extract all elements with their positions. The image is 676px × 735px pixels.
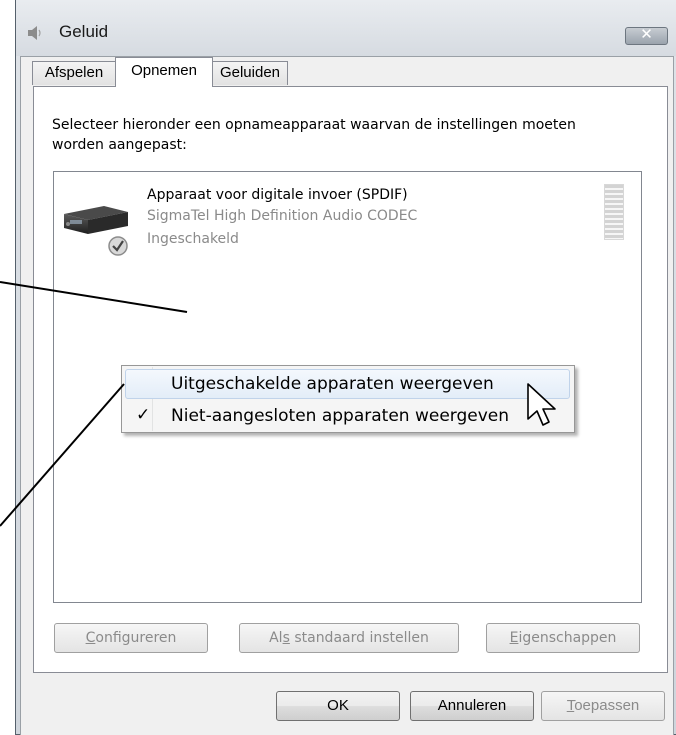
- tab-opnemen[interactable]: Opnemen: [115, 57, 213, 87]
- spdif-device-icon[interactable]: [58, 190, 138, 260]
- level-meter: [604, 184, 624, 240]
- device-status: Ingeschakeld: [147, 231, 239, 247]
- close-button[interactable]: ✕: [625, 25, 668, 45]
- cancel-button[interactable]: Annuleren: [410, 691, 534, 721]
- window-title: Geluid: [59, 22, 109, 41]
- checkmark-badge-icon: [108, 236, 128, 256]
- speaker-icon: [28, 26, 41, 40]
- tab-afspelen[interactable]: Afspelen: [32, 61, 116, 85]
- properties-button[interactable]: Eigenschappen: [486, 623, 640, 653]
- apply-button[interactable]: Toepassen: [541, 691, 665, 721]
- configure-button[interactable]: Configureren: [54, 623, 208, 653]
- device-driver: SigmaTel High Definition Audio CODEC: [147, 208, 418, 224]
- menu-item-show-disconnected[interactable]: Niet-aangesloten apparaten weergeven: [171, 406, 509, 426]
- device-name: Apparaat voor digitale invoer (SPDIF): [147, 187, 408, 203]
- menu-item-show-disabled-label[interactable]: Uitgeschakelde apparaten weergeven: [171, 374, 494, 394]
- tab-geluiden[interactable]: Geluiden: [212, 61, 288, 85]
- title-bar[interactable]: Geluid ✕: [16, 0, 676, 56]
- close-icon: ✕: [640, 25, 653, 43]
- checkmark-icon: ✓: [136, 405, 151, 425]
- ok-button[interactable]: OK: [276, 691, 400, 721]
- mouse-cursor-icon: [527, 383, 556, 426]
- set-default-button[interactable]: Als standaard instellen: [239, 623, 459, 653]
- instruction-text: Selecteer hieronder een opnameapparaat w…: [52, 117, 576, 153]
